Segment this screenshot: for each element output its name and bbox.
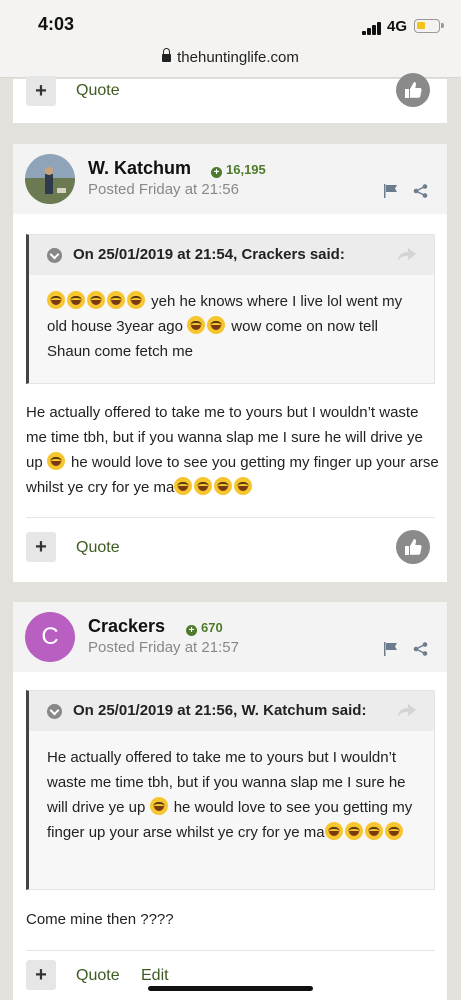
emoji-icon xyxy=(324,822,343,840)
emoji-icon xyxy=(364,822,383,840)
post-header: W. Katchum +16,195 Posted Friday at 21:5… xyxy=(13,144,447,214)
emoji-icon xyxy=(214,477,233,495)
quote-header[interactable]: On 25/01/2019 at 21:56, W. Katchum said: xyxy=(29,691,434,731)
emoji-icon xyxy=(46,452,65,470)
post-content: He actually offered to take me to yours … xyxy=(26,400,441,500)
emoji-icon xyxy=(344,822,363,840)
reply-arrow-icon[interactable] xyxy=(398,248,416,262)
battery-icon xyxy=(414,19,444,33)
quote-text: yeh he knows where I live lol went my ol… xyxy=(47,289,417,364)
divider xyxy=(26,517,435,518)
post-card: C Crackers +670 Posted Friday at 21:57 O… xyxy=(13,602,447,1000)
lock-icon xyxy=(162,48,172,62)
multiquote-button[interactable]: + xyxy=(26,960,56,990)
username[interactable]: W. Katchum xyxy=(88,158,191,179)
like-button[interactable] xyxy=(396,530,430,564)
emoji-icon xyxy=(107,291,125,309)
like-button[interactable] xyxy=(396,73,430,107)
url-bar[interactable]: thehuntinglife.com xyxy=(0,48,461,66)
quote-button[interactable]: Quote xyxy=(76,539,120,557)
share-icon[interactable] xyxy=(413,184,429,198)
thumbs-up-icon xyxy=(405,82,422,98)
multiquote-button[interactable]: + xyxy=(26,532,56,562)
reputation-count: 16,195 xyxy=(226,162,266,177)
thumbs-up-icon xyxy=(405,539,422,555)
post-footer-previous: + Quote xyxy=(13,73,447,123)
reply-arrow-icon[interactable] xyxy=(398,704,416,718)
reputation-badge: +670 xyxy=(186,620,223,636)
emoji-icon xyxy=(174,477,193,495)
edit-button[interactable]: Edit xyxy=(141,967,169,985)
quote-button[interactable]: Quote xyxy=(76,82,120,100)
emoji-icon xyxy=(67,291,85,309)
post-header: C Crackers +670 Posted Friday at 21:57 xyxy=(13,602,447,672)
divider xyxy=(26,950,435,951)
avatar[interactable] xyxy=(25,154,75,204)
quote-block: On 25/01/2019 at 21:56, W. Katchum said:… xyxy=(26,690,435,890)
chevron-down-icon[interactable] xyxy=(47,704,62,719)
flag-icon[interactable] xyxy=(383,642,399,656)
post-text-part2: he would love to see you getting my fing… xyxy=(26,454,439,496)
emoji-icon xyxy=(187,316,206,334)
emoji-icon xyxy=(127,291,145,309)
multiquote-button[interactable]: + xyxy=(26,76,56,106)
post-timestamp[interactable]: Posted Friday at 21:56 xyxy=(88,181,239,198)
network-label: 4G xyxy=(387,18,408,35)
emoji-icon xyxy=(384,822,403,840)
emoji-icon xyxy=(194,477,213,495)
emoji-icon xyxy=(87,291,105,309)
quote-citation: On 25/01/2019 at 21:54, Crackers said: xyxy=(73,246,345,263)
reputation-count: 670 xyxy=(201,620,223,635)
quote-text: He actually offered to take me to yours … xyxy=(47,745,417,845)
quote-citation: On 25/01/2019 at 21:56, W. Katchum said: xyxy=(73,702,367,719)
emoji-icon xyxy=(207,316,226,334)
signal-icon xyxy=(362,22,382,35)
post-card: W. Katchum +16,195 Posted Friday at 21:5… xyxy=(13,144,447,582)
url-text: thehuntinglife.com xyxy=(177,49,299,66)
quote-block: On 25/01/2019 at 21:54, Crackers said: y… xyxy=(26,234,435,384)
emoji-icon xyxy=(47,291,65,309)
post-timestamp[interactable]: Posted Friday at 21:57 xyxy=(88,639,239,656)
flag-icon[interactable] xyxy=(383,184,399,198)
status-time: 4:03 xyxy=(38,14,75,34)
home-indicator xyxy=(148,986,313,991)
share-icon[interactable] xyxy=(413,642,429,656)
emoji-icon xyxy=(149,797,168,815)
quote-button[interactable]: Quote xyxy=(76,967,120,985)
emoji-icon xyxy=(234,477,253,495)
avatar[interactable]: C xyxy=(25,612,75,662)
post-content: Come mine then ???? xyxy=(26,911,174,928)
username[interactable]: Crackers xyxy=(88,616,165,637)
reputation-badge: +16,195 xyxy=(211,162,266,178)
chevron-down-icon[interactable] xyxy=(47,248,62,263)
browser-top-bar: 4:03 4G thehuntinglife.com xyxy=(0,0,461,78)
quote-header[interactable]: On 25/01/2019 at 21:54, Crackers said: xyxy=(29,235,434,275)
